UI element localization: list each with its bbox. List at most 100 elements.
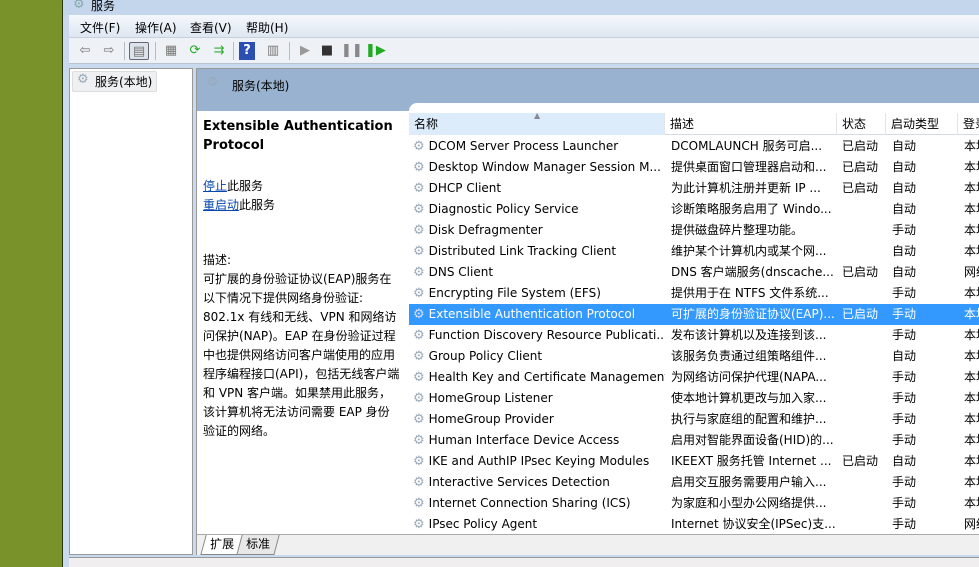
column-header-startup-type[interactable]: 启动类型 bbox=[886, 113, 958, 135]
refresh-icon[interactable]: ⟳ bbox=[185, 42, 205, 60]
description-pane: Extensible Authentication Protocol 停止此服务… bbox=[197, 111, 407, 534]
table-row[interactable]: ⚙DNS Client DNS 客户端服务(dnscache... 已启动自动 网络 bbox=[409, 262, 979, 283]
service-logon: 本地 bbox=[964, 160, 979, 174]
toolbar-separator bbox=[289, 42, 290, 60]
toolbar: ⇦ ⇨ ▤ ▦ ⟳ ⇉ ? ▥ ▶ ■ ❚❚ ❚▶ bbox=[69, 38, 979, 64]
service-name: ⚙ Human Interface Device Access bbox=[413, 433, 620, 448]
window-title: 服务 bbox=[91, 0, 116, 13]
service-name: ⚙ IKE and AuthIP IPsec Keying Modules bbox=[413, 454, 650, 469]
table-row[interactable]: ⚙Disk Defragmenter 提供磁盘碎片整理功能。 手动 本地 bbox=[409, 220, 979, 241]
service-startup-type: 手动 bbox=[892, 223, 917, 237]
table-row[interactable]: ⚙HomeGroup Provider 执行与家庭组的配置和维护... 手动 本地 bbox=[409, 409, 979, 430]
service-name: ⚙ HomeGroup Listener bbox=[413, 391, 553, 406]
export-list-icon[interactable]: ⇉ bbox=[209, 42, 229, 60]
service-description: 使本地计算机更改与加入家... bbox=[671, 391, 827, 405]
tree-item-label: 服务(本地) bbox=[95, 75, 153, 89]
table-row[interactable]: ⚙ Function Discovery Resource Publicati..… bbox=[409, 325, 979, 346]
service-logon: 网络 bbox=[964, 517, 979, 531]
table-row[interactable]: ⚙ Extensible Authentication Protocol 可扩展的身… bbox=[409, 304, 979, 325]
forward-arrow-icon[interactable]: ⇨ bbox=[99, 42, 119, 60]
service-startup-type: 手动 bbox=[892, 391, 917, 405]
service-description: 可扩展的身份验证协议(EAP)... bbox=[671, 307, 835, 321]
tab-standard[interactable]: 标准 bbox=[236, 535, 280, 555]
stop-service-icon[interactable]: ■ bbox=[317, 42, 337, 60]
service-startup-type: 手动 bbox=[892, 370, 917, 384]
resume-service-icon[interactable]: ❚▶ bbox=[365, 42, 386, 60]
table-row[interactable]: ⚙DHCP Client 为此计算机注册并更新 IP ... 已启动自动 本地 bbox=[409, 178, 979, 199]
table-row[interactable]: ⚙HomeGroup Listener 使本地计算机更改与加入家... 手动 本地 bbox=[409, 388, 979, 409]
tree-item-services-local[interactable]: ⚙ 服务(本地) bbox=[72, 71, 158, 92]
service-name: ⚙ Encrypting File System (EFS) bbox=[413, 286, 601, 301]
gear-icon: ⚙ bbox=[207, 75, 219, 90]
service-name: ⚙ Interactive Services Detection bbox=[413, 475, 610, 490]
service-description: 维护某个计算机内或某个网... bbox=[671, 244, 827, 258]
table-row[interactable]: ⚙ Diagnostic Policy Service 诊断策略服务启用了 Wind… bbox=[409, 199, 979, 220]
service-startup-type: 手动 bbox=[892, 328, 917, 342]
service-logon: 本地 bbox=[964, 370, 979, 384]
menu-help[interactable]: 帮助(H) bbox=[246, 19, 288, 36]
back-arrow-icon[interactable]: ⇦ bbox=[75, 42, 95, 60]
service-gear-icon: ⚙ bbox=[413, 349, 425, 364]
service-startup-type: 自动 bbox=[892, 202, 917, 216]
action-pane-icon[interactable]: ▥ bbox=[263, 42, 283, 60]
show-hide-console-tree-icon[interactable]: ▤ bbox=[129, 42, 149, 60]
table-row[interactable]: ⚙ DCOM Server Process Launcher DCOMLAUNCH … bbox=[409, 136, 979, 157]
description-text: 可扩展的身份验证协议(EAP)服务在以下情况下提供网络身份验证: 802.1x … bbox=[203, 272, 400, 438]
table-row[interactable]: ⚙ IKE and AuthIP IPsec Keying Modules IKEE… bbox=[409, 451, 979, 472]
status-bar bbox=[69, 557, 979, 567]
column-header-description[interactable]: 描述 bbox=[665, 113, 837, 135]
service-logon: 本地 bbox=[964, 391, 979, 405]
service-startup-type: 手动 bbox=[892, 475, 917, 489]
gear-icon: ⚙ bbox=[77, 72, 89, 87]
service-gear-icon: ⚙ bbox=[413, 307, 425, 322]
table-row[interactable]: ⚙ Health Key and Certificate Management 为网… bbox=[409, 367, 979, 388]
service-gear-icon: ⚙ bbox=[413, 265, 425, 280]
service-name: ⚙ HomeGroup Provider bbox=[413, 412, 554, 427]
stop-service-link[interactable]: 停止 bbox=[203, 179, 227, 193]
table-row[interactable]: ⚙ Encrypting File System (EFS) 提供用于在 NTFS … bbox=[409, 283, 979, 304]
column-header-name[interactable]: ▲ 名称 bbox=[409, 113, 665, 135]
restart-service-link[interactable]: 重启动 bbox=[203, 198, 239, 212]
start-service-icon[interactable]: ▶ bbox=[295, 42, 315, 60]
service-name: ⚙ Diagnostic Policy Service bbox=[413, 202, 579, 217]
service-logon: 本地 bbox=[964, 328, 979, 342]
pause-service-icon[interactable]: ❚❚ bbox=[341, 42, 363, 60]
table-row[interactable]: ⚙ Distributed Link Tracking Client 维护某个计算机… bbox=[409, 241, 979, 262]
service-gear-icon: ⚙ bbox=[413, 370, 425, 385]
toolbar-separator bbox=[233, 42, 234, 60]
table-row[interactable]: ⚙ IPsec Policy Agent Internet 协议安全(IPSec)支… bbox=[409, 514, 979, 534]
column-header-status[interactable]: 状态 bbox=[837, 113, 886, 135]
service-logon: 本地 bbox=[964, 181, 979, 195]
service-status: 已启动 bbox=[842, 307, 879, 321]
service-description: 启用交互服务需要用户输入... bbox=[671, 475, 827, 489]
column-header-logon[interactable]: 登录 bbox=[958, 113, 979, 135]
table-row[interactable]: ⚙ Human Interface Device Access 启用对智能界面设备(… bbox=[409, 430, 979, 451]
service-logon: 本地 bbox=[964, 433, 979, 447]
help-icon[interactable]: ? bbox=[239, 42, 255, 60]
table-row[interactable]: ⚙ Interactive Services Detection 启用交互服务需要用… bbox=[409, 472, 979, 493]
service-name: ⚙ Internet Connection Sharing (ICS) bbox=[413, 496, 631, 511]
table-row[interactable]: ⚙ Internet Connection Sharing (ICS) 为家庭和小型… bbox=[409, 493, 979, 514]
services-panel: ⚙ 服务(本地) Extensible Authentication Proto… bbox=[196, 68, 979, 555]
service-description: 发布该计算机以及连接到该... bbox=[671, 328, 827, 342]
service-description: 提供桌面窗口管理器启动和... bbox=[671, 160, 827, 174]
service-gear-icon: ⚙ bbox=[413, 244, 425, 259]
service-startup-type: 自动 bbox=[892, 454, 917, 468]
menu-file[interactable]: 文件(F) bbox=[80, 19, 120, 36]
service-gear-icon: ⚙ bbox=[413, 160, 425, 175]
service-description: 提供磁盘碎片整理功能。 bbox=[671, 223, 804, 237]
table-row[interactable]: ⚙Group Policy Client 该服务负责通过组策略组件... 自动 本地 bbox=[409, 346, 979, 367]
link-suffix: 此服务 bbox=[227, 179, 264, 193]
view-tabs: 扩展 标准 bbox=[197, 534, 979, 555]
console-tree: ⚙ 服务(本地) bbox=[69, 68, 193, 555]
sort-ascending-icon: ▲ bbox=[534, 113, 541, 120]
service-name: ⚙ Desktop Window Manager Session M... bbox=[413, 160, 661, 175]
service-gear-icon: ⚙ bbox=[413, 454, 425, 469]
service-description: 启用对智能界面设备(HID)的... bbox=[671, 433, 834, 447]
properties-icon[interactable]: ▦ bbox=[161, 42, 181, 60]
table-row[interactable]: ⚙ Desktop Window Manager Session M... 提供桌面… bbox=[409, 157, 979, 178]
service-startup-type: 自动 bbox=[892, 181, 917, 195]
menu-action[interactable]: 操作(A) bbox=[135, 19, 177, 36]
menu-view[interactable]: 查看(V) bbox=[190, 19, 232, 36]
service-description: IKEEXT 服务托管 Internet ... bbox=[671, 454, 832, 468]
